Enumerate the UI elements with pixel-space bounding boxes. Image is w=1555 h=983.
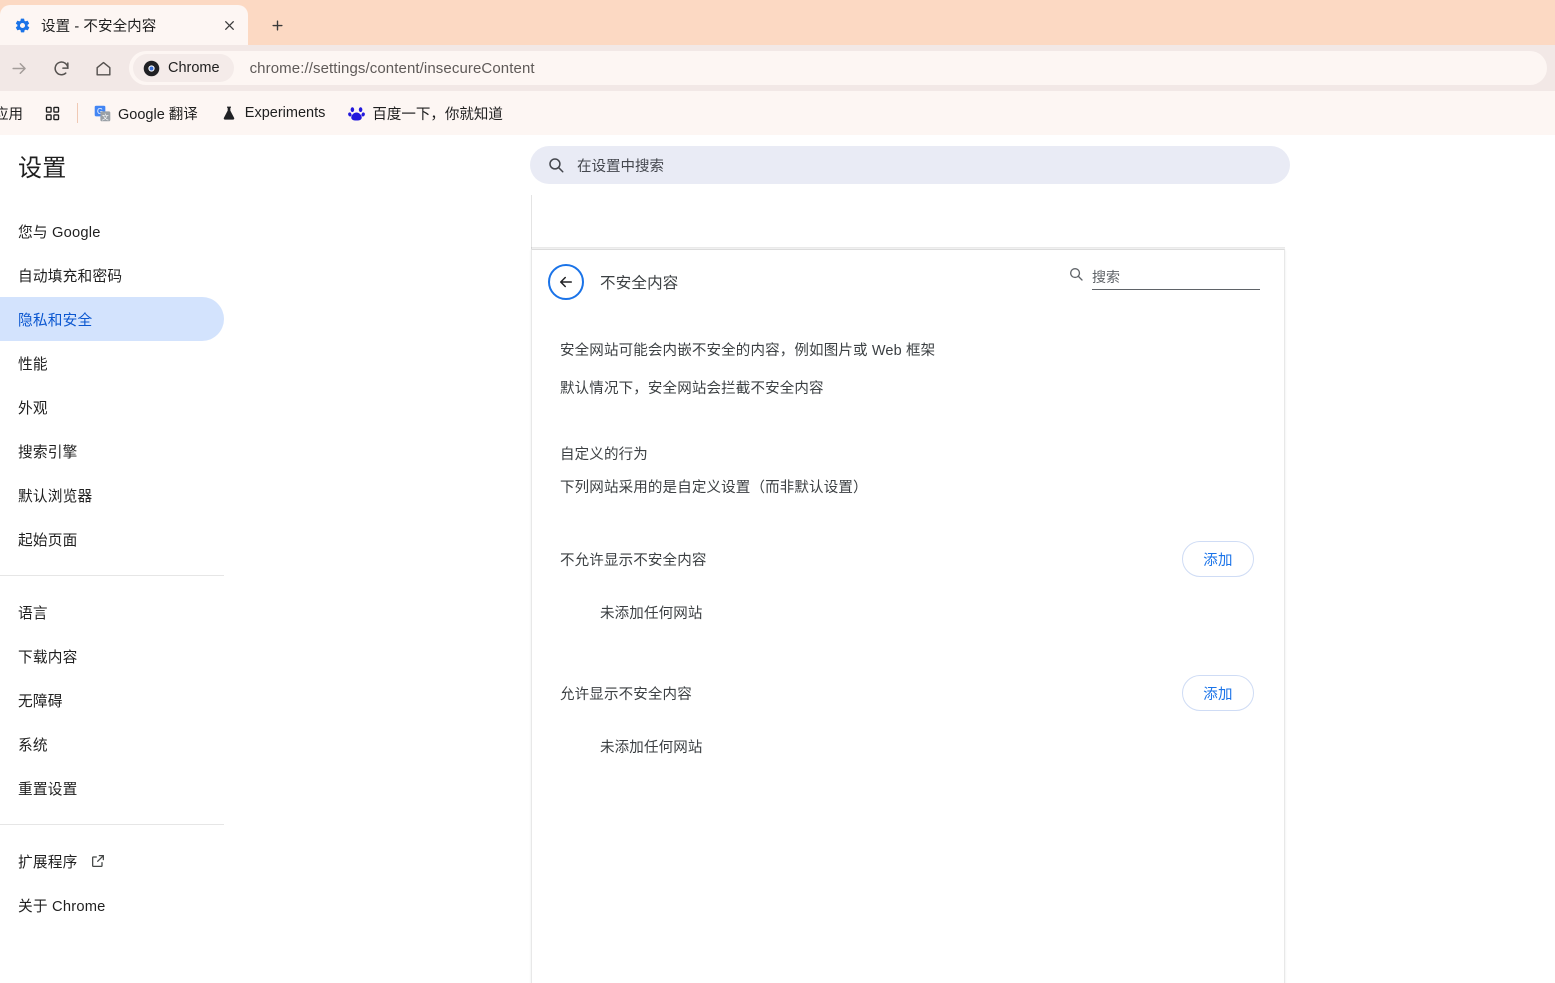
subpage-header: 不安全内容 搜索 [532, 250, 1284, 314]
add-button-label: 添加 [1203, 552, 1233, 569]
description-line-2: 默认情况下，安全网站会拦截不安全内容 [560, 381, 824, 397]
sidebar-item-label: 隐私和安全 [18, 312, 93, 329]
permission-label: 不允许显示不安全内容 [560, 552, 707, 569]
back-arrow-icon[interactable] [548, 264, 584, 300]
sidebar-item-reset-settings[interactable]: 重置设置 [0, 766, 224, 810]
permission-row-block: 不允许显示不安全内容 添加 [532, 530, 1284, 588]
address-bar[interactable]: Chrome chrome://settings/content/insecur… [129, 51, 1547, 85]
apps-grid-icon [44, 105, 61, 122]
settings-gear-icon [14, 17, 31, 34]
subpage-title: 不安全内容 [600, 275, 679, 292]
subpage-search-underline: 搜索 [1092, 267, 1260, 290]
sidebar-item-performance[interactable]: 性能 [0, 341, 224, 385]
sidebar-item-label: 无障碍 [18, 693, 63, 710]
reload-icon[interactable] [44, 51, 78, 85]
svg-text:文: 文 [102, 112, 109, 121]
bookmark-label: Experiments [244, 105, 326, 121]
page-title: 设置 [18, 154, 67, 182]
permission-label: 允许显示不安全内容 [560, 686, 692, 703]
sidebar-item-label: 重置设置 [18, 781, 78, 798]
settings-page: 设置 在设置中搜索 您与 Google 自动填充和密码 隐私和安全 性能 外观 … [0, 135, 1555, 983]
permission-row-allow: 允许显示不安全内容 添加 [532, 664, 1284, 722]
sidebar-divider [0, 824, 224, 825]
bookmark-item-google-translate[interactable]: G 文 Google 翻译 [87, 99, 205, 127]
sidebar-item-label: 系统 [18, 737, 48, 754]
sidebar-item-you-and-google[interactable]: 您与 Google [0, 209, 224, 253]
sidebar-item-privacy-security[interactable]: 隐私和安全 [0, 297, 224, 341]
search-icon [547, 156, 565, 174]
sidebar-item-appearance[interactable]: 外观 [0, 385, 224, 429]
description-block: 安全网站可能会内嵌不安全的内容，例如图片或 Web 框架 默认情况下，安全网站会… [532, 314, 1284, 408]
browser-window: 设置 - 不安全内容 Chrome chrome://settings/cont… [0, 0, 1555, 983]
bookmark-label: Google 翻译 [118, 106, 198, 123]
omnibox-chrome-chip[interactable]: Chrome [133, 54, 234, 82]
baidu-paw-icon [348, 105, 366, 122]
empty-state-block: 未添加任何网站 [600, 606, 703, 622]
sidebar-item-label: 默认浏览器 [18, 488, 93, 505]
sidebar-item-label: 您与 Google [18, 224, 101, 241]
google-translate-icon: G 文 [94, 105, 111, 122]
sidebar-divider [0, 575, 224, 576]
sidebar-item-search-engine[interactable]: 搜索引擎 [0, 429, 224, 473]
settings-body: 您与 Google 自动填充和密码 隐私和安全 性能 外观 搜索引擎 默认浏览器… [0, 195, 1555, 983]
sidebar-item-default-browser[interactable]: 默认浏览器 [0, 473, 224, 517]
tab-strip: 设置 - 不安全内容 [0, 0, 1555, 45]
subpage-search-input[interactable]: 搜索 [1068, 266, 1260, 290]
flask-icon [221, 105, 238, 122]
sidebar-item-on-startup[interactable]: 起始页面 [0, 517, 224, 561]
settings-search-input[interactable]: 在设置中搜索 [530, 146, 1290, 184]
empty-state-allow: 未添加任何网站 [600, 740, 703, 756]
browser-tab-settings[interactable]: 设置 - 不安全内容 [0, 5, 248, 45]
sidebar-item-downloads[interactable]: 下载内容 [0, 634, 224, 678]
search-icon [1068, 266, 1084, 287]
sidebar-item-label: 外观 [18, 400, 48, 417]
sidebar-item-label: 性能 [18, 356, 48, 373]
subpage-search-placeholder: 搜索 [1092, 269, 1120, 285]
tab-title: 设置 - 不安全内容 [41, 18, 157, 35]
sidebar-item-autofill-passwords[interactable]: 自动填充和密码 [0, 253, 224, 297]
sidebar-item-label: 扩展程序 [18, 854, 78, 871]
sidebar-item-label: 下载内容 [18, 649, 78, 666]
sidebar-item-languages[interactable]: 语言 [0, 590, 224, 634]
description-line-1: 安全网站可能会内嵌不安全的内容，例如图片或 Web 框架 [560, 343, 936, 359]
bookmarks-divider [77, 103, 78, 123]
sidebar-item-label: 关于 Chrome [18, 898, 106, 915]
omnibox-url-text: chrome://settings/content/insecureConten… [249, 59, 535, 77]
settings-page-header: 设置 在设置中搜索 [0, 135, 1555, 195]
sidebar-item-about-chrome[interactable]: 关于 Chrome [0, 883, 224, 927]
sidebar-item-system[interactable]: 系统 [0, 722, 224, 766]
new-tab-button[interactable] [262, 10, 292, 40]
bookmark-apps-label: 应用 [0, 106, 23, 123]
settings-sidebar: 您与 Google 自动填充和密码 隐私和安全 性能 外观 搜索引擎 默认浏览器… [0, 195, 224, 983]
bookmark-label: 百度一下，你就知道 [372, 106, 503, 123]
insecure-content-card: 不安全内容 搜索 安全网站可能会内嵌不安全的内容，例如图片或 Web 框架 默认… [531, 249, 1285, 983]
bookmark-apps[interactable]: 应用 [0, 99, 30, 127]
settings-search-placeholder: 在设置中搜索 [577, 158, 664, 175]
custom-behavior-heading: 自定义的行为 [560, 447, 648, 463]
chrome-logo-icon [143, 60, 160, 77]
sidebar-item-label: 搜索引擎 [18, 444, 78, 461]
close-icon[interactable] [218, 14, 240, 36]
sidebar-item-label: 自动填充和密码 [18, 268, 123, 285]
sidebar-item-label: 语言 [18, 605, 48, 622]
apps-grid-button[interactable] [37, 99, 68, 127]
add-button-label: 添加 [1203, 686, 1233, 703]
forward-arrow-icon[interactable] [2, 51, 36, 85]
home-icon[interactable] [86, 51, 120, 85]
add-button-block[interactable]: 添加 [1182, 541, 1254, 577]
omnibox-chip-label: Chrome [168, 60, 220, 76]
sidebar-item-accessibility[interactable]: 无障碍 [0, 678, 224, 722]
external-link-icon [90, 853, 106, 869]
add-button-allow[interactable]: 添加 [1182, 675, 1254, 711]
sidebar-item-extensions[interactable]: 扩展程序 [0, 839, 224, 883]
sidebar-item-label: 起始页面 [18, 532, 78, 549]
bookmark-item-experiments[interactable]: Experiments [214, 99, 333, 127]
navigation-toolbar: Chrome chrome://settings/content/insecur… [0, 45, 1555, 91]
bookmark-item-baidu[interactable]: 百度一下，你就知道 [341, 99, 510, 127]
bookmarks-bar: 应用 G 文 Google 翻译 Experiments 百度一下，你就知道 [0, 91, 1555, 135]
custom-behavior-subtext: 下列网站采用的是自定义设置（而非默认设置） [560, 480, 868, 496]
